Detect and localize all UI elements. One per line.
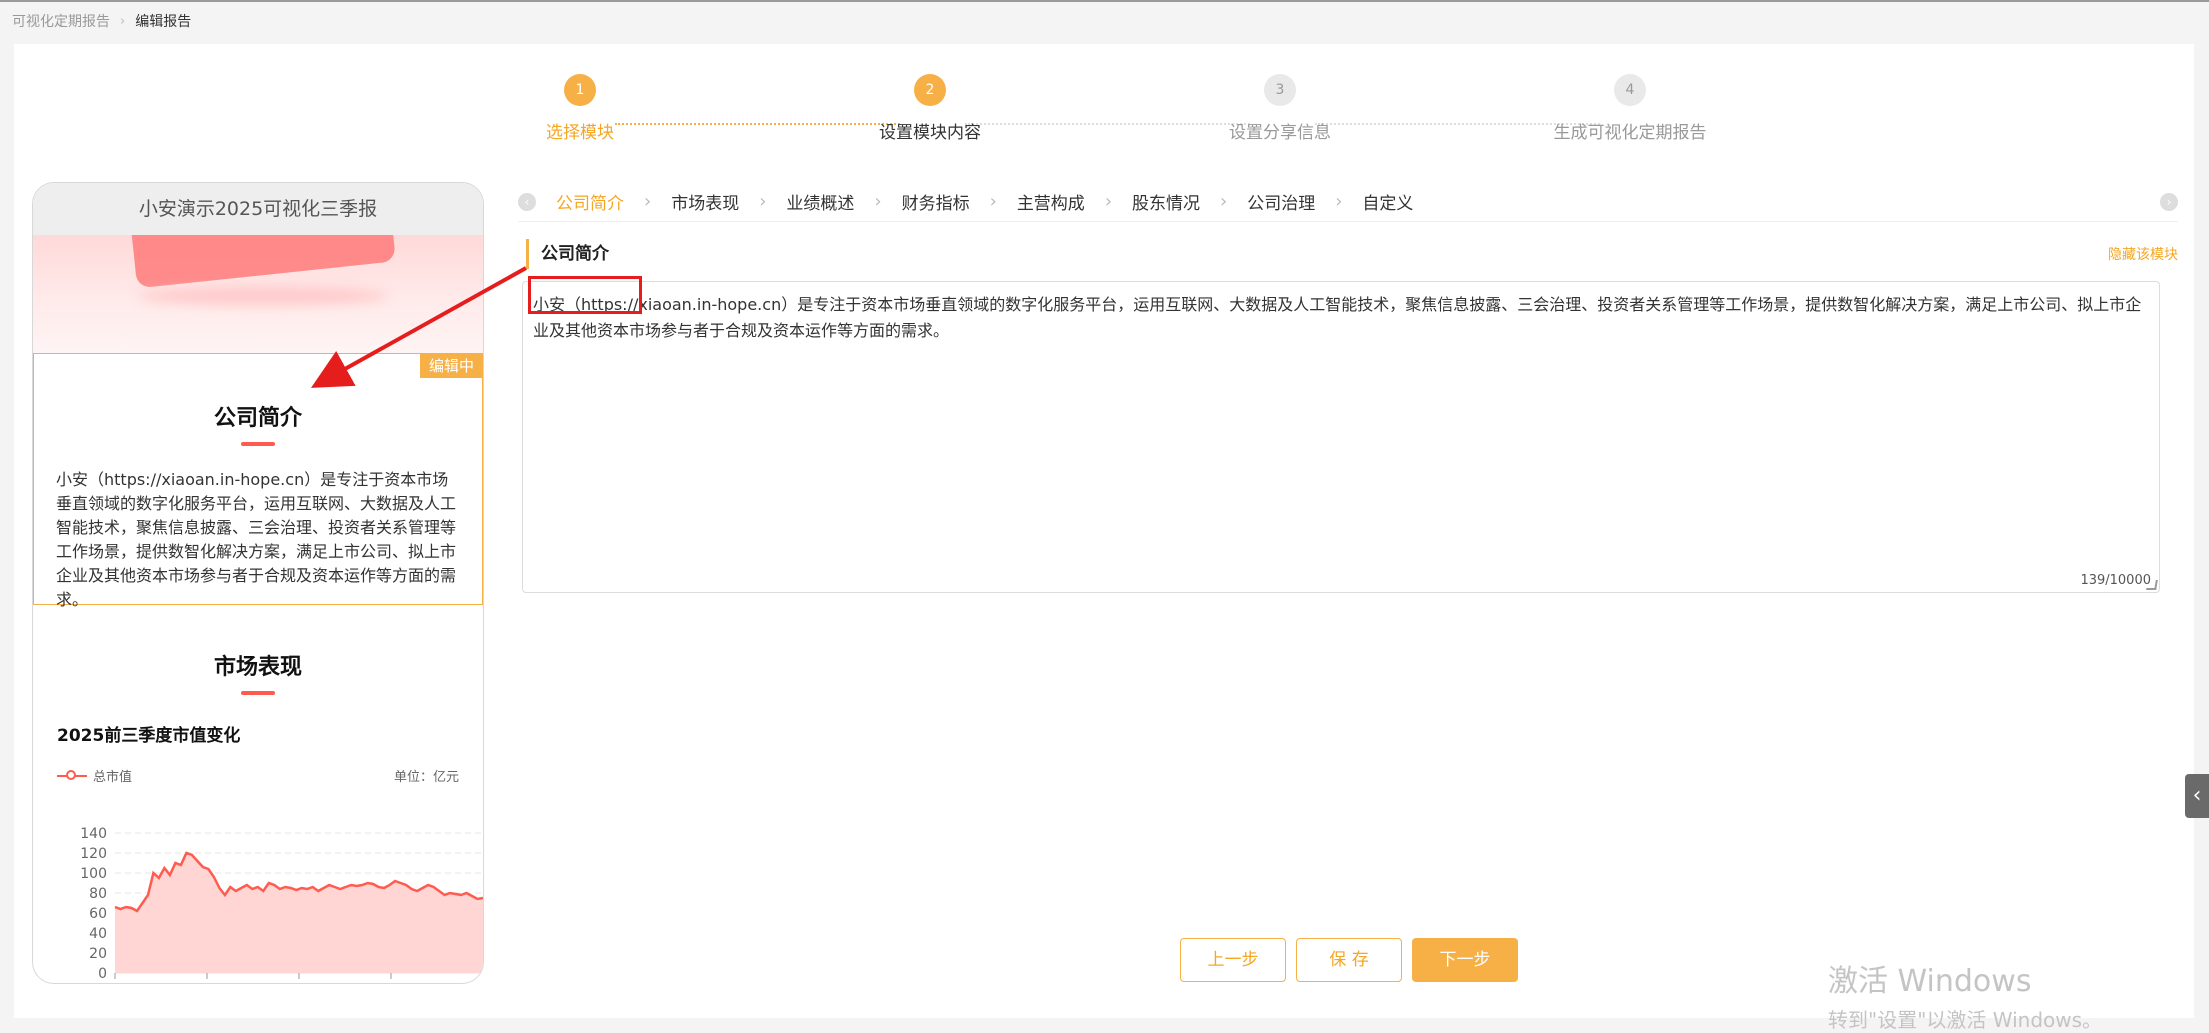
tab-1[interactable]: 市场表现	[671, 189, 739, 214]
main-panel: 1 选择模块 2 设置模块内容 3 设置分享信息 4 生成可视化定期报告 小安演…	[14, 44, 2194, 1018]
legend-label: 总市值	[93, 770, 133, 785]
step-4[interactable]: 4 生成可视化定期报告	[1510, 74, 1750, 143]
step-1-number: 1	[564, 74, 596, 106]
step-progress: 1 选择模块 2 设置模块内容 3 设置分享信息 4 生成可视化定期报告	[14, 74, 2194, 164]
tab-separator-icon: ›	[874, 190, 882, 212]
series-area	[115, 853, 483, 973]
preview-banner-image	[33, 235, 483, 353]
y-tick-label: 120	[80, 846, 107, 862]
chart-legend-item[interactable]: 总市值	[57, 766, 132, 785]
step-3-number: 3	[1264, 74, 1296, 106]
annotation-arrow	[311, 266, 527, 388]
banner-card-shape	[130, 235, 396, 289]
chart-legend-row: 总市值 单位：亿元	[57, 766, 459, 785]
y-tick-label: 60	[89, 906, 107, 922]
hide-module-link[interactable]: 隐藏该模块	[2108, 244, 2178, 264]
tab-separator-icon: ›	[1220, 190, 1228, 212]
banner-shadow	[138, 287, 388, 305]
step-4-number: 4	[1614, 74, 1646, 106]
resize-handle-icon[interactable]	[2146, 580, 2158, 590]
highlight-box	[528, 276, 642, 314]
y-tick-label: 80	[89, 886, 107, 902]
tab-3[interactable]: 财务指标	[902, 189, 970, 214]
tab-0[interactable]: 公司简介	[556, 189, 624, 214]
save-button[interactable]: 保 存	[1296, 938, 1402, 982]
watermark-line-2: 转到"设置"以激活 Windows。	[1828, 1008, 2103, 1032]
y-tick-label: 0	[98, 966, 107, 982]
tab-separator-icon: ›	[1335, 190, 1343, 212]
tab-5[interactable]: 股东情况	[1132, 189, 1200, 214]
step-2[interactable]: 2 设置模块内容	[810, 74, 1050, 143]
editing-badge: 编辑中	[419, 353, 483, 378]
legend-line-circle-icon	[57, 769, 87, 782]
tab-4[interactable]: 主营构成	[1017, 189, 1085, 214]
tab-7[interactable]: 自定义	[1362, 189, 1413, 214]
top-border	[0, 0, 2209, 2]
chart-title: 2025前三季度市值变化	[57, 726, 241, 746]
breadcrumb-separator-icon: ›	[120, 14, 126, 29]
prev-step-button[interactable]: 上一步	[1180, 938, 1286, 982]
module-title: 公司简介	[526, 239, 609, 269]
preview-intro-heading: 公司简介	[213, 406, 302, 431]
chart-unit-label: 单位：亿元	[393, 770, 459, 785]
preview-market-heading: 市场表现	[213, 655, 302, 680]
breadcrumb: 可视化定期报告 › 编辑报告	[12, 10, 191, 34]
step-1-label: 选择模块	[546, 123, 614, 143]
y-tick-label: 140	[80, 826, 107, 842]
sidebar-collapse-icon[interactable]: ‹	[2185, 774, 2209, 818]
module-content-textarea[interactable]: 小安（https://xiaoan.in-hope.cn）是专注于资本市场垂直领…	[522, 281, 2160, 593]
tab-separator-icon: ›	[644, 190, 652, 212]
breadcrumb-parent[interactable]: 可视化定期报告	[12, 10, 110, 34]
tab-separator-icon: ›	[989, 190, 997, 212]
market-cap-chart: 0 20 40 60 80 100 120 140	[80, 826, 483, 982]
step-1[interactable]: 1 选择模块	[460, 74, 700, 143]
module-tabs: ‹ 公司简介 › 市场表现 › 业绩概述 › 财务指标 › 主营构成 › 股东情况 › 公司治理 › 自定义…	[518, 181, 2178, 222]
tab-2[interactable]: 业绩概述	[786, 189, 854, 214]
next-step-button[interactable]: 下一步	[1412, 938, 1518, 982]
tab-list: 公司简介 › 市场表现 › 业绩概述 › 财务指标 › 主营构成 › 股东情况 › 公司治理 › 自定义	[556, 181, 1413, 221]
windows-activation-watermark: 激活 Windows 转到"设置"以激活 Windows。	[1828, 956, 2102, 1033]
y-tick-label: 20	[89, 946, 107, 962]
step-3[interactable]: 3 设置分享信息	[1160, 74, 1400, 143]
tab-6[interactable]: 公司治理	[1247, 189, 1315, 214]
module-header: 公司简介 隐藏该模块	[518, 239, 2178, 269]
step-2-label: 设置模块内容	[879, 123, 981, 143]
preview-market-section[interactable]: 市场表现 2025前三季度市值变化 总市值 单位：亿元	[33, 649, 483, 785]
mobile-preview: 小安演示2025可视化三季报 编辑中 公司简介 小安（https://xiaoa…	[32, 182, 484, 984]
tab-separator-icon: ›	[759, 190, 767, 212]
chevron-left-icon[interactable]: ‹	[518, 193, 536, 211]
textarea-content[interactable]: 小安（https://xiaoan.in-hope.cn）是专注于资本市场垂直领…	[533, 292, 2149, 344]
y-tick-label: 40	[89, 926, 107, 942]
chevron-right-icon[interactable]: ›	[2160, 193, 2178, 211]
y-tick-label: 100	[80, 866, 107, 882]
preview-title: 小安演示2025可视化三季报	[33, 183, 483, 235]
tab-separator-icon: ›	[1104, 190, 1113, 212]
char-counter: 139/10000	[2080, 573, 2151, 588]
breadcrumb-current: 编辑报告	[135, 14, 192, 30]
preview-intro-section[interactable]: 编辑中 公司简介 小安（https://xiaoan.in-hope.cn）是专…	[33, 353, 483, 609]
step-3-label: 设置分享信息	[1229, 123, 1331, 143]
preview-intro-text: 小安（https://xiaoan.in-hope.cn）是专注于资本市场垂直领…	[56, 470, 457, 609]
step-4-label: 生成可视化定期报告	[1553, 123, 1707, 143]
step-2-number: 2	[914, 74, 946, 106]
heading-underline	[241, 691, 275, 695]
heading-underline	[241, 442, 275, 446]
watermark-line-1: 激活 Windows	[1828, 964, 2032, 999]
